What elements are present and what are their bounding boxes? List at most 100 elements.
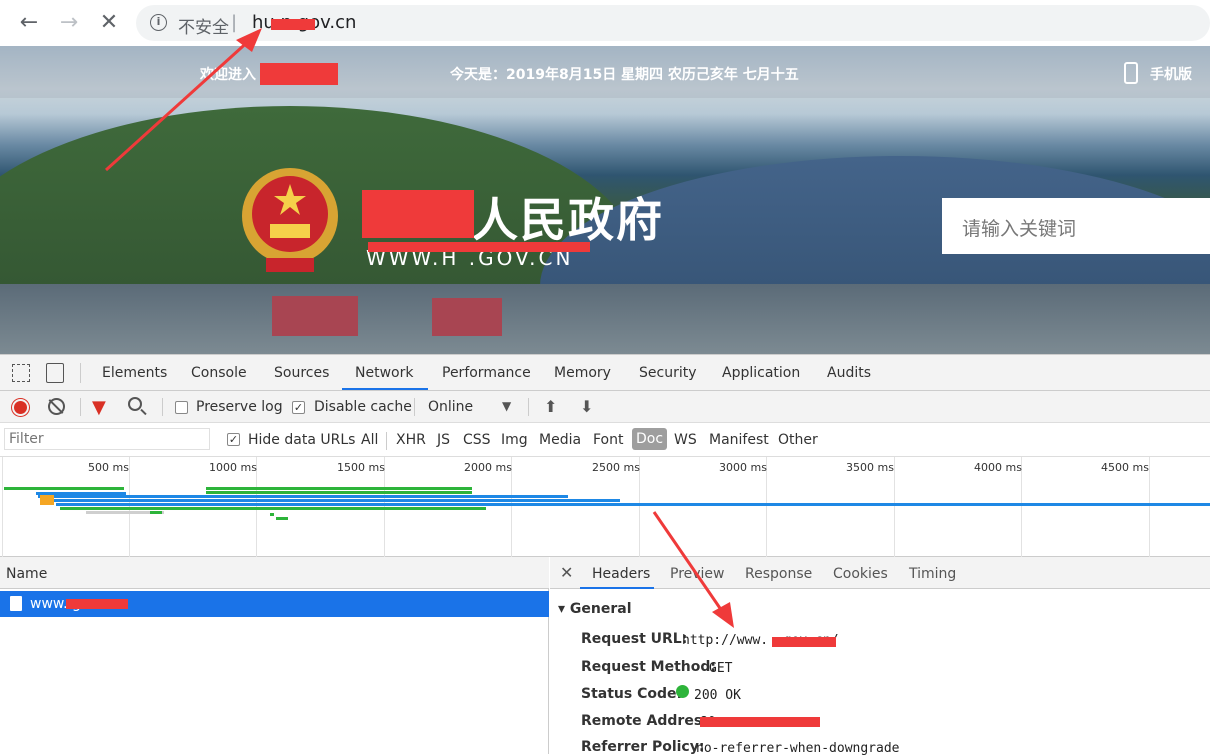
tab-memory[interactable]: Memory [554,365,611,381]
hide-data-urls-label[interactable]: Hide data URLs [248,432,355,448]
devtools-tabbar: Elements Console Sources Network Perform… [0,355,1210,391]
record-icon[interactable] [12,399,29,416]
waterfall-bar [150,511,162,514]
filter-type-img[interactable]: Img [501,432,528,448]
tab-response[interactable]: Response [745,566,812,582]
filter-type-doc[interactable]: Doc [632,428,668,450]
filter-type-all[interactable]: All [361,432,378,448]
waterfall-bar [40,495,54,505]
filter-type-xhr[interactable]: XHR [396,432,426,448]
disable-cache-checkbox[interactable]: ✓ [292,401,305,414]
waterfall-bar [40,499,620,502]
timeline-gridline [2,457,3,557]
filter-type-js[interactable]: JS [437,432,450,448]
forward-arrow-icon[interactable]: → [56,10,82,36]
throttle-select[interactable]: Online [428,399,473,415]
redaction-mark [66,599,128,609]
request-url-label: Request URL: [581,631,688,647]
back-arrow-icon[interactable]: ← [16,10,42,36]
waterfall-bar [38,495,568,498]
timeline-tick: 3500 ms [846,461,894,474]
waterfall-bar [270,513,274,516]
status-ok-icon [676,685,689,698]
general-section-toggle[interactable]: ▾ General [558,601,632,617]
preserve-log-label[interactable]: Preserve log [196,399,283,415]
divider [528,398,529,416]
hide-data-urls-checkbox[interactable]: ✓ [227,433,240,446]
inspect-element-icon[interactable] [12,364,30,382]
waterfall-bar [56,503,1210,506]
waterfall-bar [206,487,472,490]
filter-type-font[interactable]: Font [593,432,623,448]
tab-elements[interactable]: Elements [102,365,167,381]
redaction-mark [260,63,338,85]
filter-icon[interactable]: ▼ [92,397,106,418]
request-detail-panel: ✕ Headers Preview Response Cookies Timin… [550,557,1210,756]
tab-performance[interactable]: Performance [442,365,531,381]
stop-loading-icon[interactable]: ✕ [96,10,122,36]
national-emblem-icon [242,168,338,272]
search-placeholder: 请输入关键词 [962,218,1077,240]
filter-input[interactable] [4,428,210,450]
date-text: 今天是：2019年8月15日 星期四 农历己亥年 七月十五 [450,67,799,83]
redaction-mark [271,19,315,30]
filter-type-ws[interactable]: WS [674,432,697,448]
tab-application[interactable]: Application [722,365,800,381]
site-banner: 欢迎进入 人民政府网！ 今天是：2019年8月15日 星期四 农历己亥年 七月十… [0,46,1210,354]
network-timeline[interactable]: 500 ms 1000 ms 1500 ms 2000 ms 2500 ms 3… [0,457,1210,557]
divider [386,432,387,450]
devtools-panel: Elements Console Sources Network Perform… [0,354,1210,756]
site-search-input[interactable]: 请输入关键词 [942,198,1210,254]
redaction-mark [700,717,820,727]
document-icon [10,596,22,611]
filter-type-other[interactable]: Other [778,432,818,448]
active-tab-indicator [580,587,654,589]
filter-type-media[interactable]: Media [539,432,581,448]
tab-console[interactable]: Console [191,365,247,381]
tab-timing[interactable]: Timing [909,566,956,582]
timeline-tick: 4500 ms [1101,461,1149,474]
export-har-icon[interactable]: ⬇ [580,397,593,416]
request-list: Name www. gov.cn [0,557,549,754]
redaction-mark [772,637,836,647]
timeline-tick: 2000 ms [464,461,512,474]
dropdown-caret-icon[interactable]: ▼ [502,399,511,413]
tab-audits[interactable]: Audits [827,365,871,381]
tab-security[interactable]: Security [639,365,697,381]
tab-cookies[interactable]: Cookies [833,566,888,582]
import-har-icon[interactable]: ⬆ [544,397,557,416]
tab-headers[interactable]: Headers [592,566,650,582]
address-bar[interactable]: i 不安全 | hu n.gov.cn [136,5,1210,41]
device-toolbar-icon[interactable] [46,363,64,383]
timeline-tick: 1000 ms [209,461,257,474]
waterfall-bar [276,517,288,520]
disable-cache-label[interactable]: Disable cache [314,399,412,415]
tab-network[interactable]: Network [355,365,413,381]
filter-bar: ✓ Hide data URLs All XHR JS CSS Img Medi… [0,423,1210,457]
mobile-version-link[interactable]: 手机版 [1150,64,1192,84]
security-label[interactable]: 不安全 [178,13,229,38]
info-icon[interactable]: i [150,14,167,31]
request-method-label: Request Method: [581,659,716,675]
tab-sources[interactable]: Sources [274,365,329,381]
timeline-tick: 500 ms [88,461,129,474]
waterfall-bar [60,507,486,510]
filter-type-manifest[interactable]: Manifest [709,432,769,448]
timeline-gridline [1149,457,1150,557]
banner-building [432,298,502,336]
banner-town [0,284,1210,354]
preserve-log-checkbox[interactable] [175,401,188,414]
waterfall-bar [4,487,124,490]
redaction-mark [362,190,474,238]
mobile-phone-icon[interactable] [1124,62,1138,84]
close-icon[interactable]: ✕ [560,563,573,582]
timeline-gridline [894,457,895,557]
window-edge [1210,0,1220,753]
table-row[interactable]: www. gov.cn [0,591,549,617]
detail-tabbar: ✕ Headers Preview Response Cookies Timin… [550,557,1210,589]
name-column-header[interactable]: Name [6,566,47,582]
tab-preview[interactable]: Preview [670,566,725,582]
timeline-tick: 2500 ms [592,461,640,474]
filter-type-css[interactable]: CSS [463,432,491,448]
status-code-label: Status Code: [581,686,683,702]
